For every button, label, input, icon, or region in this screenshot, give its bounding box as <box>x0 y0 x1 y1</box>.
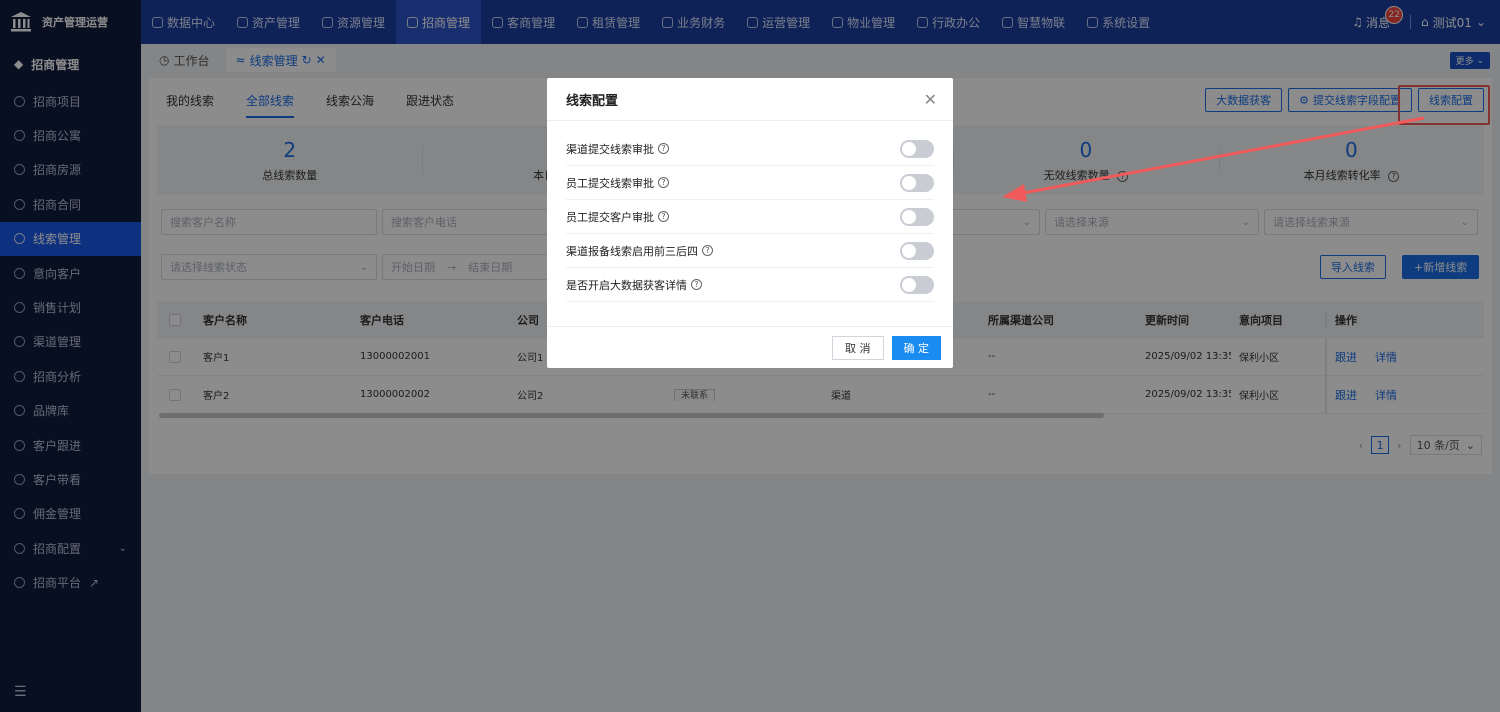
option-staff-customer-approval: 员工提交客户审批? <box>566 200 934 234</box>
cancel-button[interactable]: 取 消 <box>832 335 884 360</box>
option-big-data-details: 是否开启大数据获客详情? <box>566 268 934 302</box>
modal-header: 线索配置 ✕ <box>547 78 953 121</box>
lead-config-modal: 线索配置 ✕ 渠道提交线索审批? 员工提交线索审批? 员工提交客户审批? 渠道报… <box>547 78 953 368</box>
help-icon[interactable]: ? <box>658 177 669 188</box>
help-icon[interactable]: ? <box>658 211 669 222</box>
option-channel-lead-approval: 渠道提交线索审批? <box>566 132 934 166</box>
modal-title: 线索配置 <box>566 93 619 109</box>
help-icon[interactable]: ? <box>702 245 713 256</box>
toggle-switch[interactable] <box>900 207 934 226</box>
help-icon[interactable]: ? <box>691 279 702 290</box>
modal-footer: 取 消 确 定 <box>547 326 953 368</box>
toggle-switch[interactable] <box>900 173 934 192</box>
option-staff-lead-approval: 员工提交线索审批? <box>566 166 934 200</box>
help-icon[interactable]: ? <box>658 143 669 154</box>
toggle-switch[interactable] <box>900 275 934 294</box>
close-icon[interactable]: ✕ <box>924 90 937 109</box>
modal-body: 渠道提交线索审批? 员工提交线索审批? 员工提交客户审批? 渠道报备线索启用前三… <box>547 121 953 302</box>
option-channel-report-rule: 渠道报备线索启用前三后四? <box>566 234 934 268</box>
confirm-button[interactable]: 确 定 <box>891 335 941 360</box>
toggle-switch[interactable] <box>900 241 934 260</box>
toggle-switch[interactable] <box>900 139 934 158</box>
